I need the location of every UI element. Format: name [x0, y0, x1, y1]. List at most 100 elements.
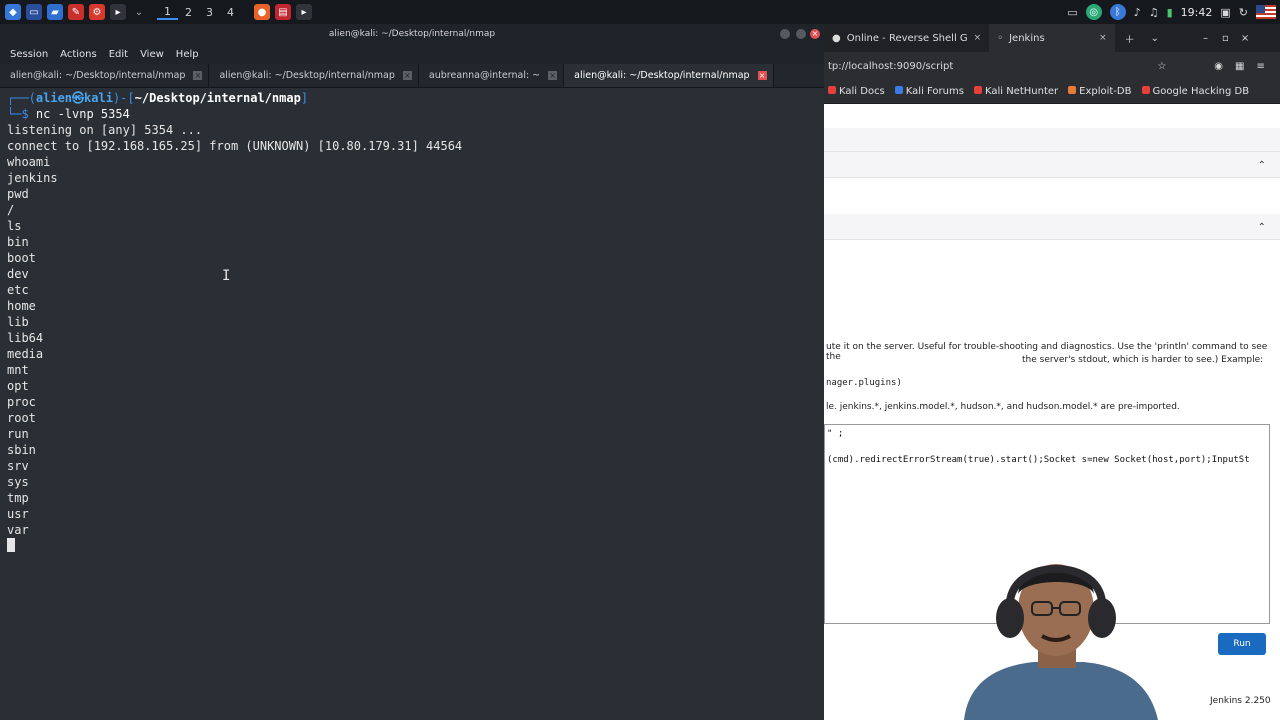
jenkins-header-strip — [824, 128, 1280, 152]
notification-bell-icon[interactable]: ♫ — [1149, 6, 1159, 19]
workspace-3[interactable]: 3 — [199, 6, 220, 19]
output-line: home — [7, 299, 36, 313]
close-tab-icon[interactable]: × — [974, 33, 982, 43]
menu-help[interactable]: Help — [176, 49, 199, 60]
output-line: whoami — [7, 155, 51, 169]
bookmark-kali-nethunter[interactable]: Kali NetHunter — [973, 86, 1058, 97]
top-panel: ◆ ▭ ▰ ✎ ⚙ ▸ ⌄ 1 2 3 4 ● ▤ ▸ ▭ ◎ ᛒ ♪ ♫ ▮ … — [0, 0, 1280, 24]
close-tab-icon[interactable]: × — [548, 71, 558, 80]
maximize-button[interactable] — [796, 29, 806, 39]
volume-icon[interactable]: ♪ — [1134, 6, 1141, 19]
output-line: tmp — [7, 491, 29, 505]
minimize-button[interactable] — [780, 29, 790, 39]
output-line: var — [7, 523, 29, 537]
run-button[interactable]: Run — [1218, 633, 1266, 655]
menu-view[interactable]: View — [140, 49, 164, 60]
window-maximize-icon[interactable]: ▫ — [1222, 33, 1229, 44]
terminal-tab-4[interactable]: alien@kali: ~/Desktop/internal/nmap × — [564, 64, 774, 87]
extensions-icon[interactable]: ▦ — [1235, 61, 1244, 72]
caret-up-icon[interactable]: ⌃ — [1258, 160, 1266, 171]
streamer-webcam-image — [964, 564, 1158, 720]
menu-actions[interactable]: Actions — [60, 49, 97, 60]
caret-up-icon[interactable]: ⌃ — [1258, 222, 1266, 233]
output-line: bin — [7, 235, 29, 249]
bookmark-star-icon[interactable]: ☆ — [1157, 61, 1166, 72]
close-tab-icon[interactable]: × — [1099, 33, 1107, 43]
document-taskbar-icon[interactable]: ▤ — [275, 4, 291, 20]
clock: 19:42 — [1180, 5, 1213, 19]
menu-edit[interactable]: Edit — [109, 49, 128, 60]
account-icon[interactable]: ◉ — [1214, 61, 1223, 72]
output-line: connect to [192.168.165.25] from (UNKNOW… — [7, 139, 463, 153]
terminal-tab-label: alien@kali: ~/Desktop/internal/nmap — [219, 70, 395, 81]
bookmark-exploit-db[interactable]: Exploit-DB — [1068, 86, 1132, 97]
output-line: run — [7, 427, 29, 441]
browser-tab-jenkins[interactable]: ◦ Jenkins × — [989, 24, 1115, 52]
exploit-db-icon — [1068, 86, 1077, 94]
close-tab-icon[interactable]: × — [757, 71, 767, 80]
output-lines: listening on [any] 5354 ... connect to [1… — [7, 122, 817, 538]
browser-menu-icon[interactable]: ≡ — [1256, 61, 1264, 72]
address-bar[interactable]: tp://localhost:9090/script ☆ ◉ ▦ ≡ — [824, 52, 1280, 80]
kali-menu-icon[interactable]: ◆ — [5, 4, 21, 20]
workspace-switch-icon[interactable]: ▭ — [26, 4, 42, 20]
workspace-4[interactable]: 4 — [220, 6, 241, 19]
prompt-line: ┌──(alien㉿kali)-[~/Desktop/internal/nmap… — [7, 91, 309, 105]
browser-tab-label: Online - Reverse Shell G — [846, 32, 968, 44]
workspace-2[interactable]: 2 — [178, 6, 199, 19]
flag-icon — [1256, 5, 1276, 19]
terminal-tab-1[interactable]: alien@kali: ~/Desktop/internal/nmap × — [0, 64, 210, 87]
prompt-path: ~/Desktop/internal/nmap — [134, 91, 301, 105]
terminal-launcher-icon[interactable]: ▸ — [110, 4, 126, 20]
terminal-titlebar: alien@kali: ~/Desktop/internal/nmap × — [0, 24, 824, 44]
terminal-taskbar-icon[interactable]: ▸ — [296, 4, 312, 20]
bookmark-kali-forums[interactable]: Kali Forums — [894, 86, 964, 97]
terminal-output[interactable]: ┌──(alien㉿kali)-[~/Desktop/internal/nmap… — [0, 88, 824, 720]
output-line: sbin — [7, 443, 36, 457]
pre-imported-note: le. jenkins.*, jenkins.model.*, hudson.*… — [826, 402, 1180, 412]
workspace-1[interactable]: 1 — [157, 5, 178, 20]
browser-tab-reverse-shell[interactable]: ● Online - Reverse Shell G × — [824, 24, 989, 52]
text-editor-icon[interactable]: ✎ — [68, 4, 84, 20]
output-line: srv — [7, 459, 29, 473]
output-line: etc — [7, 283, 29, 297]
collapsible-section-1[interactable]: ⌃ — [824, 152, 1280, 178]
command-line: └─$ nc -lvnp 5354 — [7, 107, 130, 121]
output-line: media — [7, 347, 44, 361]
bluetooth-icon[interactable]: ᛒ — [1109, 4, 1126, 20]
refresh-icon[interactable]: ↻ — [1239, 6, 1248, 19]
bookmark-label: Kali Docs — [839, 86, 885, 97]
url-text[interactable]: tp://localhost:9090/script — [828, 61, 953, 72]
battery-icon[interactable]: ▮ — [1167, 6, 1173, 19]
menu-session[interactable]: Session — [10, 49, 48, 60]
close-button[interactable]: × — [810, 29, 820, 39]
terminal-menubar: Session Actions Edit View Help — [0, 44, 824, 64]
terminal-tab-label: alien@kali: ~/Desktop/internal/nmap — [574, 70, 750, 81]
file-manager-icon[interactable]: ▰ — [47, 4, 63, 20]
tab-favicon-icon: ◦ — [997, 32, 1004, 44]
terminal-tab-3[interactable]: aubreanna@internal: ~ × — [419, 64, 565, 87]
window-close-icon[interactable]: × — [1241, 33, 1249, 44]
terminal-tab-label: alien@kali: ~/Desktop/internal/nmap — [10, 70, 186, 81]
webcam-overlay — [944, 534, 1168, 720]
new-tab-icon[interactable]: ＋ — [1125, 31, 1135, 46]
bookmark-google-hacking-db[interactable]: Google Hacking DB — [1141, 86, 1250, 97]
collapsible-section-2[interactable]: ⌃ — [824, 214, 1280, 240]
tab-list-icon[interactable]: ⌄ — [1151, 33, 1159, 44]
bookmark-kali-docs[interactable]: Kali Docs — [828, 86, 885, 97]
burp-icon[interactable]: ⚙ — [89, 4, 105, 20]
close-tab-icon[interactable]: × — [193, 71, 203, 80]
output-line: usr — [7, 507, 29, 521]
prompt-user: alien — [35, 91, 73, 105]
window-minimize-icon[interactable]: – — [1203, 33, 1208, 44]
terminal-tab-2[interactable]: alien@kali: ~/Desktop/internal/nmap × — [209, 64, 419, 87]
lock-icon[interactable]: ▣ — [1220, 6, 1230, 19]
bookmark-label: Google Hacking DB — [1152, 86, 1250, 97]
firefox-taskbar-icon[interactable]: ● — [254, 4, 270, 20]
close-tab-icon[interactable]: × — [402, 71, 412, 80]
vpn-icon[interactable]: ◎ — [1085, 4, 1102, 20]
chevron-down-icon[interactable]: ⌄ — [131, 4, 147, 20]
output-line: mnt — [7, 363, 29, 377]
output-line: sys — [7, 475, 29, 489]
display-icon[interactable]: ▭ — [1067, 6, 1077, 19]
